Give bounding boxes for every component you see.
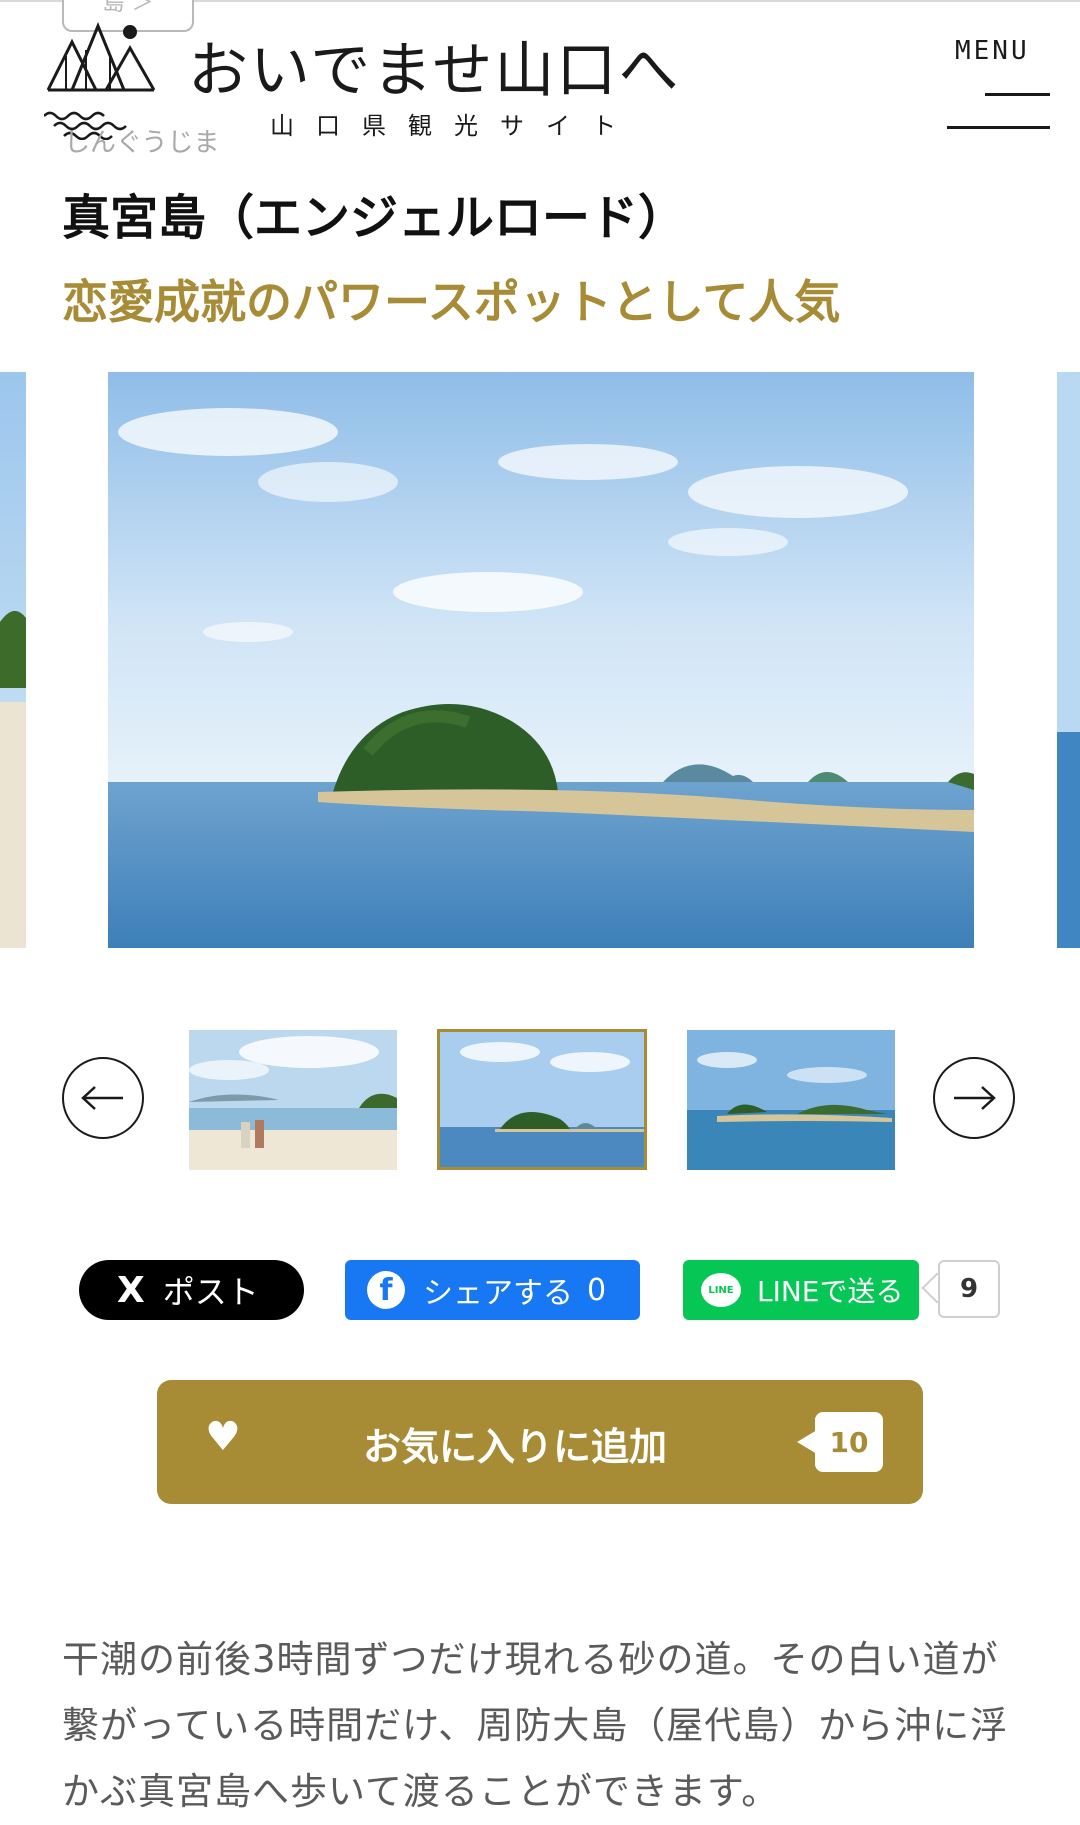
next-slide-peek[interactable] [1057,372,1080,948]
favorite-count-pointer [797,1430,817,1454]
facebook-logo-icon: f [367,1271,405,1309]
spot-description: 干潮の前後3時間ずつだけ現れる砂の道。その白い道が繋がっている時間だけ、周防大島… [62,1638,1009,1813]
menu-bar-icon[interactable] [947,126,1050,129]
page-subtitle: 恋愛成就のパワースポットとして人気 [62,275,841,329]
site-logo-subtitle: 山口県観光サイト [270,112,638,140]
spot-reading: しんぐうじま [64,128,220,158]
previous-slide-peek[interactable] [0,372,26,948]
line-send-button[interactable]: LINE LINEで送る [683,1260,919,1320]
arrow-left-icon [81,1086,123,1110]
line-send-label: LINEで送る [757,1275,904,1308]
main-photo[interactable] [108,372,974,948]
add-to-favorites-label: お気に入りに追加 [363,1425,668,1469]
heart-icon: ♥ [205,1414,241,1460]
menu-button-label[interactable]: MENU [955,36,1030,66]
gallery-thumbnail[interactable] [189,1030,397,1170]
favorite-count-badge: 10 [815,1412,883,1472]
x-logo-icon: X [117,1269,145,1311]
line-share-count: 9 [938,1260,1000,1318]
gallery-thumbnail-selected[interactable] [437,1029,647,1170]
previous-arrow-button[interactable] [62,1057,144,1139]
menu-bar-icon[interactable] [985,93,1050,96]
x-post-label: ポスト [162,1273,259,1311]
site-logo-title[interactable]: おいでませ山口へ [188,22,680,109]
gallery-thumbnail[interactable] [687,1030,895,1170]
facebook-share-count: 0 [587,1272,607,1308]
page-title: 真宮島（エンジェルロード） [62,190,687,246]
facebook-share-button[interactable]: f シェアする 0 [345,1260,640,1320]
facebook-share-label: シェアする [423,1276,573,1311]
next-arrow-button[interactable] [933,1057,1015,1139]
arrow-right-icon [954,1086,996,1110]
line-logo-icon: LINE [701,1273,741,1307]
x-post-button[interactable]: X ポスト [79,1260,304,1320]
add-to-favorites-button[interactable]: ♥ お気に入りに追加 10 [157,1380,923,1504]
